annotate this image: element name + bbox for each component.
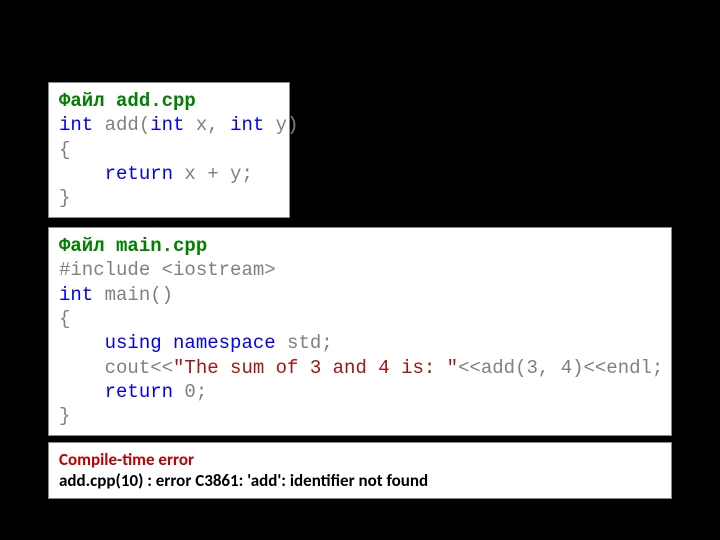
code-text: y) — [264, 114, 298, 136]
error-box: Compile-time error add.cpp(10) : error C… — [48, 442, 672, 499]
kw-return: return — [105, 163, 173, 185]
code-text: x, — [184, 114, 230, 136]
brace: { — [59, 308, 70, 330]
error-title: Compile-time error — [59, 449, 661, 470]
kw-int: int — [150, 114, 184, 136]
brace: } — [59, 405, 70, 427]
file-name: main.cpp — [116, 235, 207, 257]
brace: { — [59, 139, 70, 161]
code-box-add-cpp: Файл add.cpp int add(int x, int y) { ret… — [48, 82, 290, 218]
code-text: std; — [276, 332, 333, 354]
code-text: cout<< — [105, 357, 173, 379]
include: #include — [59, 259, 162, 281]
indent — [59, 163, 105, 185]
code-text: add( — [93, 114, 150, 136]
kw-return: return — [105, 381, 173, 403]
code-box-main-cpp: Файл main.cpp #include <iostream> int ma… — [48, 227, 672, 436]
brace: } — [59, 187, 70, 209]
code-text: main() — [93, 284, 173, 306]
code-text: <<add(3, 4)<<endl; — [458, 357, 663, 379]
code-text: x + y; — [173, 163, 253, 185]
indent — [59, 381, 105, 403]
space — [162, 332, 173, 354]
indent — [59, 332, 105, 354]
file-label: Файл — [59, 235, 116, 257]
kw-int: int — [59, 284, 93, 306]
error-body: add.cpp(10) : error C3861: 'add': identi… — [59, 470, 661, 491]
file-label: Файл — [59, 90, 116, 112]
kw-int: int — [59, 114, 93, 136]
indent — [59, 357, 105, 379]
string-literal: "The sum of 3 and 4 is: " — [173, 357, 458, 379]
code-text: 0; — [173, 381, 207, 403]
file-name: add.cpp — [116, 90, 196, 112]
kw-namespace: namespace — [173, 332, 276, 354]
kw-using: using — [105, 332, 162, 354]
include-header: <iostream> — [162, 259, 276, 281]
kw-int: int — [230, 114, 264, 136]
